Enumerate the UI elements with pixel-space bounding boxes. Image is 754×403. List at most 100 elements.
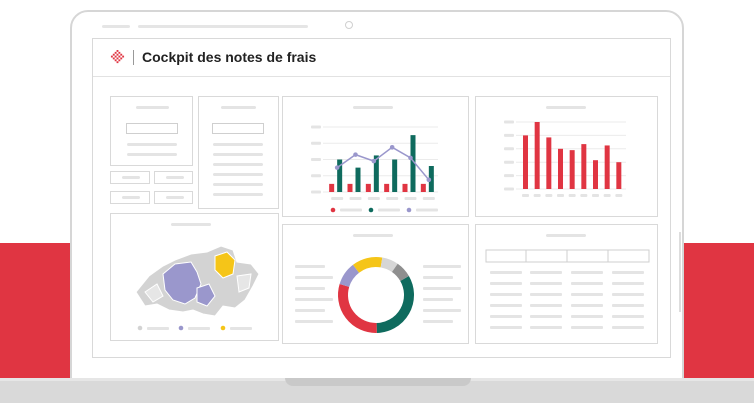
button-label [122, 196, 140, 199]
table-cell [490, 304, 522, 307]
y-tick-label [504, 147, 514, 151]
x-tick-label [615, 194, 623, 197]
bar-teal [355, 167, 361, 192]
bar [534, 122, 540, 189]
bar-chart [504, 120, 626, 197]
placeholder-text [213, 173, 263, 176]
bar [581, 144, 587, 189]
donut-legend-left [295, 320, 333, 323]
table-cell [530, 304, 562, 307]
donut-legend-right [423, 287, 461, 290]
y-tick-label [504, 174, 514, 178]
x-tick-label [404, 197, 417, 200]
switzerland-map [135, 245, 260, 331]
x-tick-label [522, 194, 529, 197]
bar-red [384, 183, 390, 192]
donut-legend-left [295, 276, 333, 279]
table-cell [490, 293, 522, 296]
table-cell [490, 326, 522, 329]
legend-dot [368, 207, 374, 213]
table-cell [612, 271, 644, 274]
donut-legend-left [295, 287, 325, 290]
small-button-3[interactable] [110, 191, 150, 204]
scrollbar[interactable] [679, 232, 681, 312]
bar [593, 160, 598, 189]
table-cell [490, 282, 522, 285]
table-cell [612, 293, 644, 296]
small-button-2[interactable] [154, 171, 193, 184]
legend-label [378, 208, 400, 212]
y-tick-label [311, 158, 321, 161]
form-panel-1 [110, 96, 193, 166]
x-tick-label [568, 194, 576, 197]
x-tick-label [557, 194, 564, 197]
table-cell [571, 326, 603, 329]
x-tick-label [367, 197, 380, 200]
y-tick-label [311, 125, 321, 129]
x-tick-label [603, 194, 611, 197]
bezel-line [138, 25, 308, 28]
legend-dot [330, 207, 336, 213]
laptop-base-notch [285, 378, 471, 386]
x-tick-label [592, 194, 599, 197]
bar [604, 145, 610, 189]
placeholder-text [127, 143, 177, 146]
donut-legend-left [295, 309, 325, 312]
line-point [334, 165, 340, 170]
donut-chart-panel [282, 224, 469, 344]
y-tick-label [311, 141, 321, 145]
table-cell [571, 315, 603, 318]
placeholder-text [213, 183, 263, 186]
map-panel [110, 213, 279, 341]
placeholder-text [127, 153, 177, 156]
donut-legend-right [423, 265, 461, 268]
table-cell [530, 315, 562, 318]
line-point [353, 152, 358, 157]
camera-icon [345, 21, 353, 29]
donut-slice [376, 276, 414, 333]
placeholder-heading [221, 106, 256, 109]
line-point [389, 145, 395, 150]
button-label [166, 196, 184, 199]
x-tick-label [533, 194, 541, 197]
table-cell [612, 315, 644, 318]
placeholder-text [213, 163, 263, 166]
button-label [166, 176, 184, 179]
bar-teal [392, 159, 398, 192]
small-button-4[interactable] [154, 191, 193, 204]
table-cell [612, 304, 644, 307]
bar [546, 137, 552, 189]
y-tick-label [504, 187, 514, 191]
bar [616, 162, 622, 189]
bar-chart-panel [475, 96, 658, 217]
placeholder-heading [136, 106, 169, 109]
small-button-1[interactable] [110, 171, 150, 184]
legend-label [340, 208, 362, 212]
donut-slice [391, 263, 409, 282]
title-separator [133, 50, 134, 65]
donut-slice [353, 257, 383, 273]
bar [558, 148, 563, 189]
placeholder-input[interactable] [126, 123, 178, 134]
donut-legend-right [423, 320, 453, 323]
donut-legend-left [295, 265, 325, 268]
combo-chart-panel [282, 96, 469, 217]
donut-slice [338, 284, 377, 333]
bar [569, 150, 575, 189]
placeholder-input[interactable] [212, 123, 264, 134]
table-graphic [485, 249, 650, 329]
x-tick-label [545, 194, 553, 197]
app-screen: Cockpit des notes de frais [92, 38, 671, 358]
bar-red [402, 183, 408, 192]
x-tick-label [580, 194, 588, 197]
y-tick-label [504, 160, 514, 164]
y-tick-label [504, 133, 514, 137]
donut-legend-right [423, 276, 453, 279]
line-point [426, 177, 432, 183]
map-legend [137, 325, 252, 331]
legend-label [416, 208, 438, 212]
bar-red [329, 183, 335, 192]
x-tick-label [422, 197, 435, 200]
table-cell [490, 315, 522, 318]
x-tick-label [386, 197, 399, 200]
